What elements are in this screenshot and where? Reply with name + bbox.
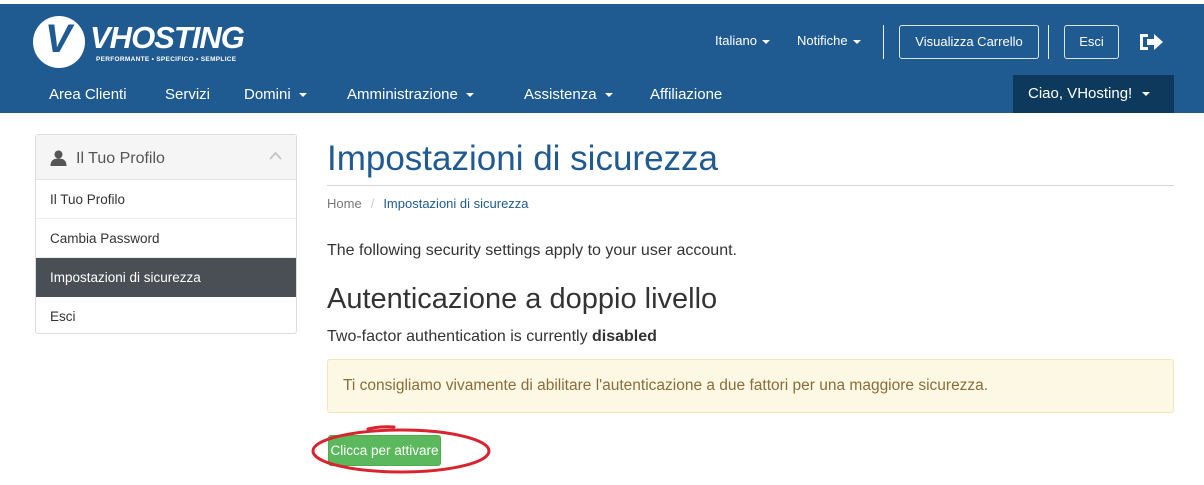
caret-down-icon (298, 93, 307, 98)
caret-down-icon (465, 93, 474, 98)
page-title: Impostazioni di sicurezza (327, 139, 718, 178)
nav-label: Domini (244, 86, 291, 103)
caret-down-icon (761, 39, 770, 44)
logout-icon[interactable] (1138, 31, 1164, 53)
nav-amministrazione[interactable]: Amministrazione (347, 86, 474, 103)
nav-assistenza[interactable]: Assistenza (524, 86, 613, 103)
caret-down-icon (1142, 92, 1151, 97)
nav-area-clienti[interactable]: Area Clienti (49, 86, 127, 103)
activate-2fa-button[interactable]: Clicca per attivare (328, 435, 441, 466)
section-title: Autenticazione a doppio livello (327, 283, 718, 315)
user-menu[interactable]: Ciao, VHosting! (1013, 75, 1174, 113)
logo[interactable]: V VHOSTING PERFORMANTE • SPECIFICO • SEM… (33, 12, 248, 70)
caret-down-icon (852, 39, 861, 44)
header: V VHOSTING PERFORMANTE • SPECIFICO • SEM… (0, 0, 1204, 113)
nav-affiliazione[interactable]: Affiliazione (650, 86, 722, 103)
logo-tagline: PERFORMANTE • SPECIFICO • SEMPLICE (96, 56, 237, 63)
language-dropdown[interactable]: Italiano (715, 33, 770, 48)
nav-label: Affiliazione (650, 86, 723, 103)
sidebar-item-change-password[interactable]: Cambia Password (36, 219, 296, 258)
nav-label: Assistenza (524, 86, 597, 103)
sidebar-item-profile[interactable]: Il Tuo Profilo (36, 180, 296, 219)
sidebar-title: Il Tuo Profilo (76, 150, 165, 167)
chevron-up-icon[interactable] (269, 151, 282, 160)
nav-domini[interactable]: Domini (244, 86, 307, 103)
notifications-dropdown[interactable]: Notifiche (797, 33, 861, 48)
breadcrumb: Home / Impostazioni di sicurezza (327, 196, 529, 211)
security-warning-alert: Ti consigliamo vivamente di abilitare l'… (327, 359, 1174, 413)
status-value: disabled (592, 328, 657, 345)
sidebar-header[interactable]: Il Tuo Profilo (36, 135, 296, 180)
language-label: Italiano (715, 33, 757, 48)
nav-label: Servizi (165, 86, 211, 103)
sidebar-item-security-settings[interactable]: Impostazioni di sicurezza (36, 258, 296, 297)
logo-letter: V (45, 17, 72, 61)
status-prefix: Two-factor authentication is currently (327, 328, 588, 345)
logo-text: VHOSTING (90, 20, 245, 55)
divider (1048, 25, 1049, 59)
top-strip (0, 0, 1204, 4)
notifications-label: Notifiche (797, 33, 848, 48)
user-greeting: Ciao, VHosting! (1028, 85, 1133, 102)
view-cart-button[interactable]: Visualizza Carrello (899, 25, 1039, 59)
nav-servizi[interactable]: Servizi (165, 86, 210, 103)
sidebar: Il Tuo Profilo Il Tuo Profilo Cambia Pas… (35, 134, 297, 334)
logout-button[interactable]: Esci (1064, 25, 1119, 59)
breadcrumb-separator: / (370, 196, 375, 211)
sidebar-item-logout[interactable]: Esci (36, 297, 296, 336)
breadcrumb-current[interactable]: Impostazioni di sicurezza (383, 196, 528, 211)
breadcrumb-home[interactable]: Home (327, 196, 362, 211)
nav-label: Area Clienti (49, 86, 127, 103)
title-divider (327, 185, 1174, 186)
nav-label: Amministrazione (347, 86, 458, 103)
caret-down-icon (604, 93, 613, 98)
intro-text: The following security settings apply to… (327, 242, 737, 259)
user-icon (50, 150, 67, 166)
divider (883, 25, 884, 59)
two-factor-status: Two-factor authentication is currently d… (327, 328, 657, 346)
